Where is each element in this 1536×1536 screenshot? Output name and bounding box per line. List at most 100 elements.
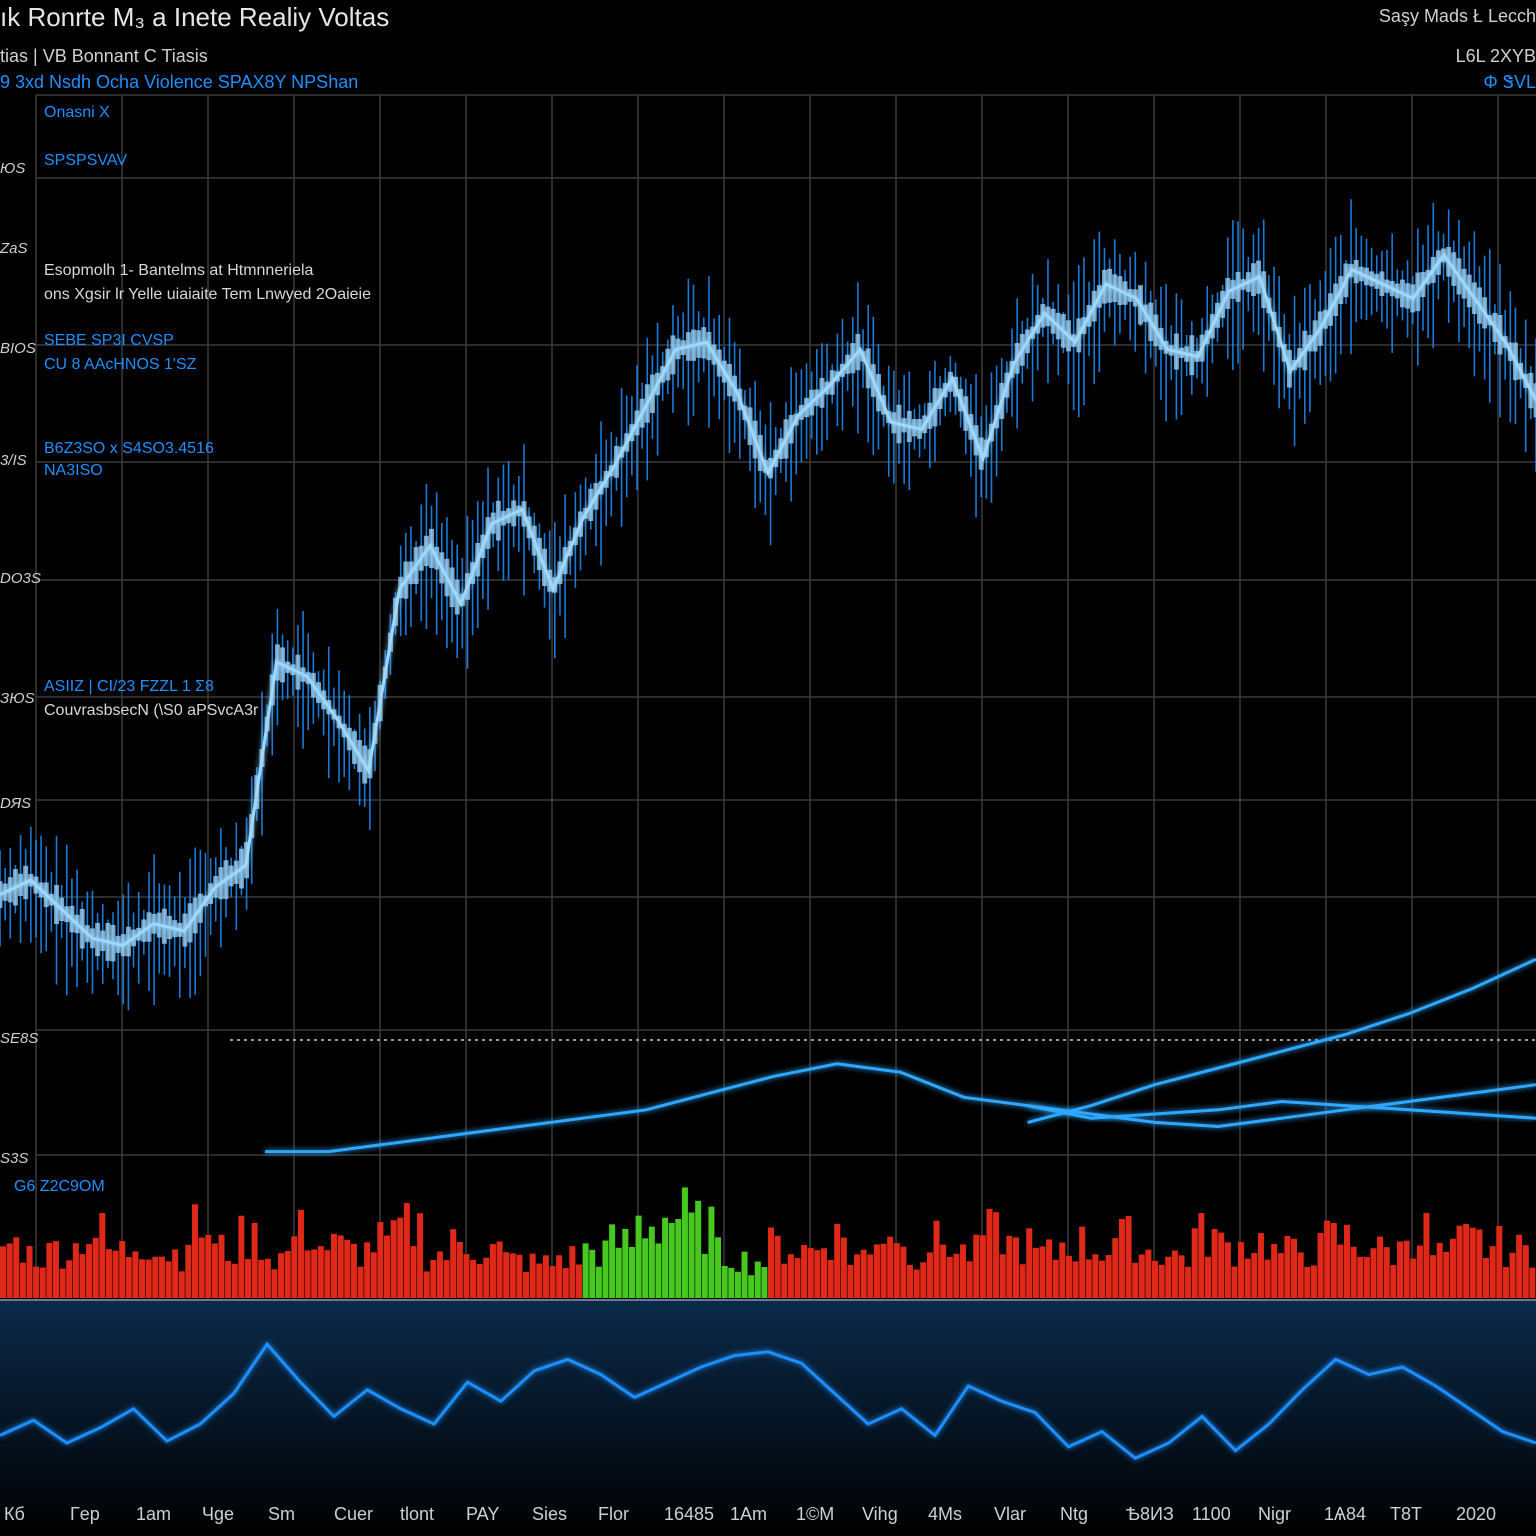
volume-bar (728, 1267, 735, 1298)
volume-bar (880, 1243, 887, 1298)
price-series (0, 199, 1536, 1011)
volume-bar (185, 1244, 192, 1298)
volume-bar (211, 1243, 218, 1298)
volume-bar (748, 1275, 755, 1298)
volume-bar (622, 1228, 629, 1298)
volume-bar (1516, 1234, 1523, 1298)
volume-bar (1416, 1245, 1423, 1298)
volume-bar (364, 1242, 371, 1298)
x-tick-label: Vlar (994, 1504, 1027, 1524)
y-tick-label: DO3S (0, 570, 41, 587)
volume-bar (423, 1271, 430, 1298)
volume-bar (635, 1215, 642, 1298)
volume-bar (1059, 1242, 1066, 1298)
volume-bar (1092, 1254, 1099, 1298)
volume-bar (1026, 1228, 1033, 1298)
volume-bar (1403, 1240, 1410, 1298)
volume-bar (152, 1256, 159, 1298)
y-tick-label: DЯS (0, 795, 32, 812)
volume-bar (893, 1243, 900, 1298)
volume-bar (92, 1237, 99, 1298)
volume-bar (291, 1236, 298, 1298)
volume-bar (781, 1263, 788, 1298)
x-tick-label: Sm (268, 1504, 295, 1524)
volume-bar (1291, 1238, 1298, 1298)
volume-bar (370, 1252, 377, 1298)
y-tick-label: BIOS (0, 340, 36, 357)
y-tick-label: ZaS (0, 240, 28, 257)
volume-bar (628, 1246, 635, 1298)
volume-bar (1317, 1232, 1324, 1298)
volume-bar (198, 1237, 205, 1298)
x-tick-label: 1©M (796, 1504, 835, 1524)
annotation-2: SPSPSVAV (44, 152, 127, 169)
volume-bar (1324, 1220, 1331, 1298)
volume-bar (840, 1237, 847, 1298)
volume-bar (509, 1253, 516, 1298)
volume-bar (1118, 1219, 1125, 1298)
header-line-3-right: Φ ᏕVL (1483, 72, 1536, 92)
volume-bar (0, 1246, 7, 1298)
volume-bar (681, 1187, 688, 1298)
volume-bar (1337, 1244, 1344, 1298)
volume-bar (655, 1243, 662, 1298)
x-tick-label: 1100 (1192, 1504, 1231, 1524)
volume-bar (443, 1260, 450, 1298)
volume-bar (1284, 1235, 1291, 1298)
volume-bar (264, 1258, 271, 1298)
volume-bar (456, 1241, 463, 1298)
x-tick-label: Cuer (334, 1504, 374, 1524)
volume-bar (1443, 1251, 1450, 1298)
stock-chart (0, 94, 1536, 1536)
volume-bar (1383, 1247, 1390, 1298)
volume-bar (807, 1247, 814, 1298)
volume-bar (1350, 1246, 1357, 1298)
volume-bar (496, 1241, 503, 1298)
volume-bar (860, 1249, 867, 1298)
volume-bar (1377, 1236, 1384, 1298)
volume-bar (1012, 1237, 1019, 1298)
volume-bar (1344, 1224, 1351, 1298)
volume-bar (1271, 1244, 1278, 1298)
volume-bar (734, 1271, 741, 1298)
volume-bar (337, 1235, 344, 1298)
volume-bar (1138, 1254, 1145, 1298)
volume-bar (834, 1223, 841, 1298)
volume-bar (304, 1250, 311, 1298)
volume-bar (986, 1208, 993, 1298)
x-tick-label: 1Ѧ84 (1324, 1504, 1367, 1524)
volume-bar (907, 1265, 914, 1298)
volume-bar (1509, 1252, 1516, 1298)
volume-bar (1297, 1252, 1304, 1298)
volume-bar (251, 1222, 258, 1298)
volume-bar (39, 1267, 46, 1298)
volume-bar (119, 1241, 126, 1298)
volume-bar (410, 1246, 417, 1298)
x-tick-label: Ѣ8ИЗ (1126, 1504, 1174, 1524)
volume-bar (218, 1234, 225, 1298)
volume-bar (19, 1262, 26, 1298)
volume-bar (1463, 1223, 1470, 1298)
volume-bar (589, 1249, 596, 1298)
volume-bar (529, 1253, 536, 1298)
volume-bar (258, 1259, 265, 1298)
volume-bar (324, 1250, 331, 1298)
volume-bar (1277, 1253, 1284, 1298)
volume-bar (562, 1268, 569, 1298)
volume-bar (1251, 1253, 1258, 1298)
volume-bar (1370, 1248, 1377, 1298)
header-line-2-right: L6L 2XYB (1455, 46, 1536, 66)
volume-bar (973, 1234, 980, 1298)
volume-bar (72, 1243, 79, 1298)
volume-bar (1257, 1233, 1264, 1298)
x-tick-label: 1Am (730, 1504, 768, 1524)
volume-bar (695, 1200, 702, 1298)
volume-bar (489, 1244, 496, 1298)
volume-bar (1430, 1255, 1437, 1298)
volume-bar (1072, 1261, 1079, 1298)
x-tick-label: 4Ms (928, 1504, 963, 1524)
volume-bar (933, 1220, 940, 1298)
volume-bar (1489, 1246, 1496, 1298)
volume-bar (1483, 1257, 1490, 1298)
volume-bar (331, 1233, 338, 1298)
